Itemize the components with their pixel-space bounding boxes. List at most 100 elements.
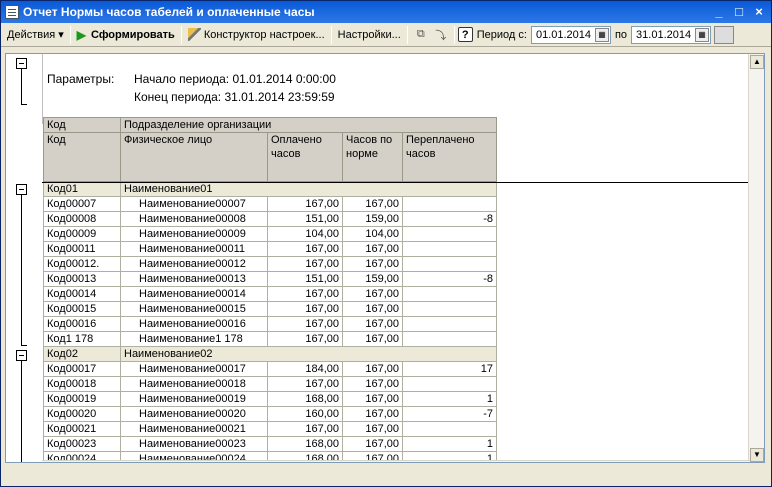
table-row[interactable]: Код00020 Наименование00020 160,00 167,00 -7 [43,406,497,422]
table-cell: -7 [402,406,497,422]
table-row[interactable]: Код00008 Наименование00008 151,00 159,00 -8 [43,211,497,227]
table-row[interactable]: Код00019 Наименование00019 168,00 167,00 1 [43,391,497,407]
table-cell: Наименование00011 [120,241,268,257]
table-row[interactable]: Код00007 Наименование00007 167,00 167,00 [43,196,497,212]
table-row[interactable]: Код00014 Наименование00014 167,00 167,00 [43,286,497,302]
table-row[interactable]: Код00013 Наименование00013 151,00 159,00 -8 [43,271,497,287]
maximize-icon[interactable]: □ [731,5,747,19]
table-row[interactable]: Код00009 Наименование00009 104,00 104,00 [43,226,497,242]
table-cell: 168,00 [267,391,343,407]
report-area[interactable]: Параметры: Начало периода: 01.01.2014 0:… [5,53,765,463]
report-window: Отчет Нормы часов табелей и оплаченные ч… [0,0,772,487]
table-cell: 167,00 [342,331,403,347]
constructor-label: Конструктор настроек... [203,28,325,41]
table-cell [402,331,497,347]
table-cell: Код02 [43,346,121,362]
table-cell: 167,00 [342,301,403,317]
table-cell: 168,00 [267,436,343,452]
group-row[interactable]: Код01 Наименование01 [43,181,497,197]
params-label: Параметры: [47,72,115,86]
group-line [21,361,22,462]
scroll-down-icon[interactable]: ▼ [750,448,764,462]
report-table: Код Подразделение организации Код Физическо… [43,117,497,462]
table-cell [402,256,497,272]
table-cell: 167,00 [267,286,343,302]
table-cell: Оплачено часов [267,132,343,182]
table-cell: 167,00 [342,241,403,257]
table-row[interactable]: Код00011 Наименование00011 167,00 167,00 [43,241,497,257]
period-start-text: Начало периода: 01.01.2014 0:00:00 [134,72,336,86]
table-cell: Код00011 [43,241,121,257]
generate-button[interactable]: ▶ Сформировать [74,25,178,45]
period-from-field[interactable]: 01.01.2014 ▦ [530,25,611,44]
period-to-field[interactable]: 31.01.2014 ▦ [631,25,712,44]
table-header-row: Код Подразделение организации [43,117,497,133]
table-cell: 104,00 [342,226,403,242]
table-cell: 167,00 [267,301,343,317]
copy-icon[interactable]: ⧉ [412,26,430,44]
table-cell: Наименование00018 [120,376,268,392]
table-cell: Наименование00017 [120,361,268,377]
close-icon[interactable]: × [751,5,767,19]
table-cell [402,241,497,257]
table-cell: Код00018 [43,376,121,392]
collapse-group-icon[interactable] [16,184,27,195]
scroll-up-icon[interactable]: ▲ [750,55,764,69]
more-button[interactable] [714,25,735,44]
table-cell: Наименование00016 [120,316,268,332]
report-icon [5,5,19,19]
group-row[interactable]: Код02 Наименование02 [43,346,497,362]
table-cell: Код00020 [43,406,121,422]
table-cell: 167,00 [342,421,403,437]
window-title: Отчет Нормы часов табелей и оплаченные ч… [23,5,315,19]
table-row[interactable]: Код1 178 Наименование1 178 167,00 167,00 [43,331,497,347]
table-cell: Переплачено часов [402,132,497,182]
table-row[interactable]: Код00018 Наименование00018 167,00 167,00 [43,376,497,392]
table-cell: 151,00 [267,271,343,287]
table-cell: Часов по норме [342,132,403,182]
table-cell: Код [43,132,121,182]
constructor-button[interactable]: Конструктор настроек... [185,25,328,45]
table-row[interactable]: Код00016 Наименование00016 167,00 167,00 [43,316,497,332]
table-cell: 167,00 [267,256,343,272]
table-cell: Код00009 [43,226,121,242]
table-row[interactable]: Код00015 Наименование00015 167,00 167,00 [43,301,497,317]
table-row[interactable]: Код00017 Наименование00017 184,00 167,00 17 [43,361,497,377]
table-cell: 159,00 [342,271,403,287]
period-to-label: по [614,28,628,41]
collapse-group-icon[interactable] [16,350,27,361]
vertical-scrollbar[interactable]: ▲ ▼ [748,54,764,462]
calendar-icon[interactable]: ▦ [594,27,609,42]
actions-menu[interactable]: Действия ▾ [4,25,67,45]
table-cell [402,301,497,317]
settings-button[interactable]: Настройки... [335,25,404,45]
gutter-divider [42,54,43,124]
table-row[interactable]: Код00023 Наименование00023 168,00 167,00 1 [43,436,497,452]
horizontal-scrollbar[interactable] [42,460,750,462]
table-cell: 167,00 [267,196,343,212]
toolbar-separator [69,25,71,44]
table-cell: Наименование00020 [120,406,268,422]
table-cell: 167,00 [267,241,343,257]
table-cell [402,226,497,242]
table-cell: Наименование00013 [120,271,268,287]
table-row[interactable]: Код00012. Наименование00012 167,00 167,00 [43,256,497,272]
calendar-icon[interactable]: ▦ [695,27,710,42]
help-icon[interactable]: ? [457,27,473,42]
table-cell: Код00015 [43,301,121,317]
table-cell: Наименование00007 [120,196,268,212]
table-cell: Наименование00015 [120,301,268,317]
collapse-params-icon[interactable] [16,58,27,69]
table-cell: 167,00 [342,436,403,452]
table-cell: Наименование00019 [120,391,268,407]
table-cell: 167,00 [342,196,403,212]
minimize-icon[interactable]: _ [711,5,727,19]
grouping-gutter [6,54,42,462]
arrow-down-icon[interactable]: ⤵ [432,26,450,44]
table-cell: Код00014 [43,286,121,302]
table-cell: Код [43,117,121,133]
toolbar: Действия ▾ ▶ Сформировать Конструктор нас… [1,23,771,47]
table-cell: Наименование00009 [120,226,268,242]
table-row[interactable]: Код00021 Наименование00021 167,00 167,00 [43,421,497,437]
wand-icon [187,28,201,41]
